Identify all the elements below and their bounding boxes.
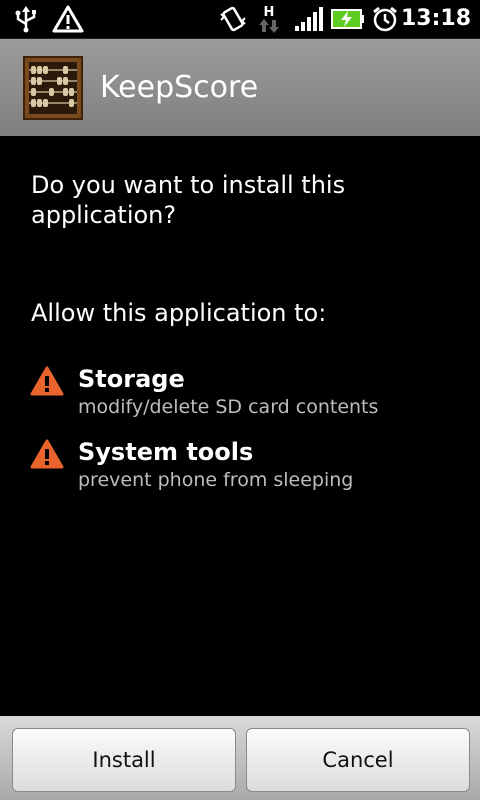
install-button[interactable]: Install (12, 728, 236, 792)
permission-description: prevent phone from sleeping (78, 469, 354, 491)
permissions-heading: Allow this application to: (31, 299, 327, 327)
status-time: 13:18 (400, 6, 471, 31)
permission-title: System tools (78, 438, 254, 466)
hspa-data-icon: H (256, 0, 282, 38)
battery-charging-icon (330, 0, 366, 38)
button-bar: Install Cancel (0, 716, 480, 800)
usb-icon (12, 0, 40, 38)
title-bar: KeepScore (0, 39, 480, 136)
warning-triangle-icon (30, 366, 64, 396)
cancel-button[interactable]: Cancel (246, 728, 470, 792)
app-title: KeepScore (100, 70, 259, 105)
abacus-icon (23, 56, 83, 120)
vibrate-icon (218, 0, 248, 38)
warning-triangle-icon (30, 439, 64, 469)
alarm-icon (370, 0, 400, 38)
install-question: Do you want to install this application? (31, 171, 346, 229)
status-bar: H 13:18 (0, 0, 480, 39)
warning-icon (52, 0, 84, 38)
permission-description: modify/delete SD card contents (78, 396, 379, 418)
signal-icon (292, 0, 324, 38)
permission-title: Storage (78, 365, 185, 393)
